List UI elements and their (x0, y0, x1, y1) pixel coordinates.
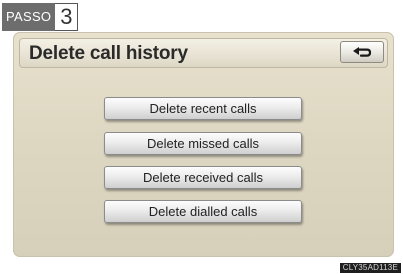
delete-recent-calls-button[interactable]: Delete recent calls (104, 97, 302, 120)
delete-received-calls-button[interactable]: Delete received calls (104, 166, 302, 189)
delete-missed-calls-button[interactable]: Delete missed calls (104, 132, 302, 155)
model-label: PASSO (2, 3, 56, 31)
title-bar: Delete call history (19, 38, 388, 68)
step-number: 3 (55, 3, 79, 31)
delete-dialled-calls-button[interactable]: Delete dialled calls (104, 200, 302, 223)
manual-figure: PASSO 3 Delete call history Delete recen… (0, 0, 403, 274)
return-arrow-icon (350, 45, 374, 59)
page-title: Delete call history (29, 43, 188, 64)
step-badge: PASSO 3 (2, 3, 79, 31)
back-button[interactable] (340, 41, 384, 63)
navigation-screen: Delete call history Delete recent calls … (13, 32, 394, 257)
figure-code: CLY35AD113E (339, 263, 401, 273)
